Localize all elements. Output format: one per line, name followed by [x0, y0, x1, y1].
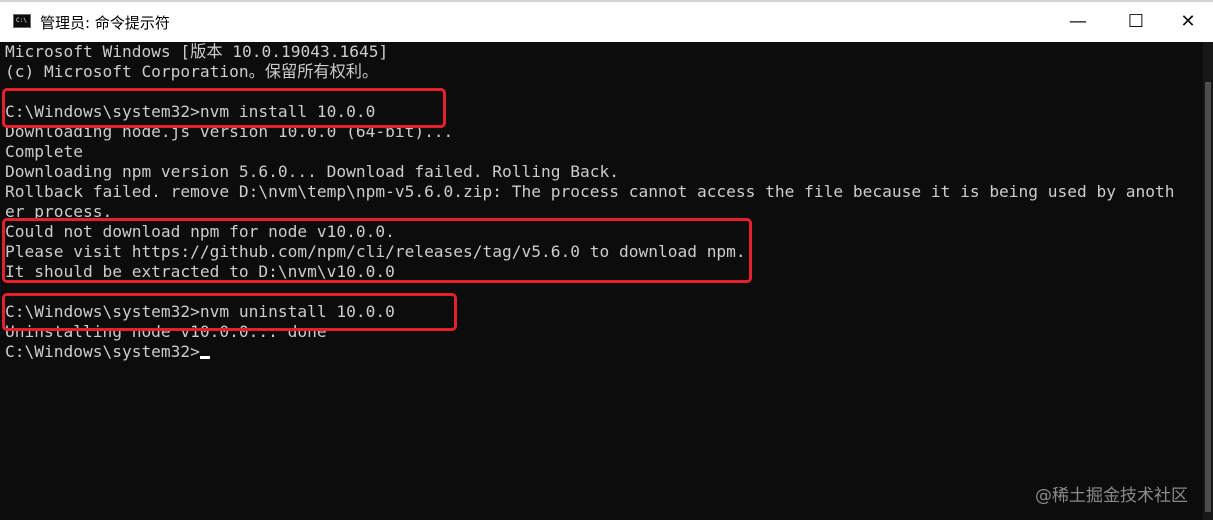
console-line: Complete [5, 142, 83, 161]
scrollbar-thumb[interactable] [1205, 82, 1211, 512]
cmd-app-icon[interactable]: C:\ [13, 14, 31, 28]
console-line: Microsoft Windows [版本 10.0.19043.1645] [5, 42, 389, 61]
text-cursor [199, 356, 210, 359]
console-line: (c) Microsoft Corporation。保留所有权利。 [5, 62, 379, 81]
maximize-button[interactable]: ☐ [1108, 2, 1164, 42]
console-output[interactable]: Microsoft Windows [版本 10.0.19043.1645] (… [0, 42, 1203, 520]
close-button[interactable]: ✕ [1160, 2, 1213, 42]
console-line: Rollback failed. remove D:\nvm\temp\npm-… [5, 182, 1175, 201]
console-line: Downloading node.js version 10.0.0 (64-b… [5, 122, 454, 141]
console-line: C:\Windows\system32>nvm uninstall 10.0.0 [5, 302, 395, 321]
console-line: Could not download npm for node v10.0.0. [5, 222, 395, 241]
console-line: C:\Windows\system32>nvm install 10.0.0 [5, 102, 376, 121]
console-line: Downloading npm version 5.6.0... Downloa… [5, 162, 619, 181]
console-line: It should be extracted to D:\nvm\v10.0.0 [5, 262, 395, 281]
cmd-window: C:\ 管理员: 命令提示符 — ☐ ✕ Microsoft Windows [… [0, 0, 1213, 520]
console-line: Please visit https://github.com/npm/cli/… [5, 242, 746, 261]
window-title: 管理员: 命令提示符 [40, 14, 170, 32]
vertical-scrollbar[interactable] [1203, 42, 1213, 520]
console-prompt-line[interactable]: C:\Windows\system32> [5, 342, 210, 362]
console-prompt: C:\Windows\system32> [5, 342, 200, 361]
watermark-text: @稀土掘金技术社区 [1035, 486, 1188, 506]
console-line: Uninstalling node v10.0.0... done [5, 322, 327, 341]
minimize-button[interactable]: — [1050, 2, 1106, 42]
console-line: er process. [5, 202, 113, 221]
title-bar[interactable]: C:\ 管理员: 命令提示符 — ☐ ✕ [0, 0, 1213, 42]
